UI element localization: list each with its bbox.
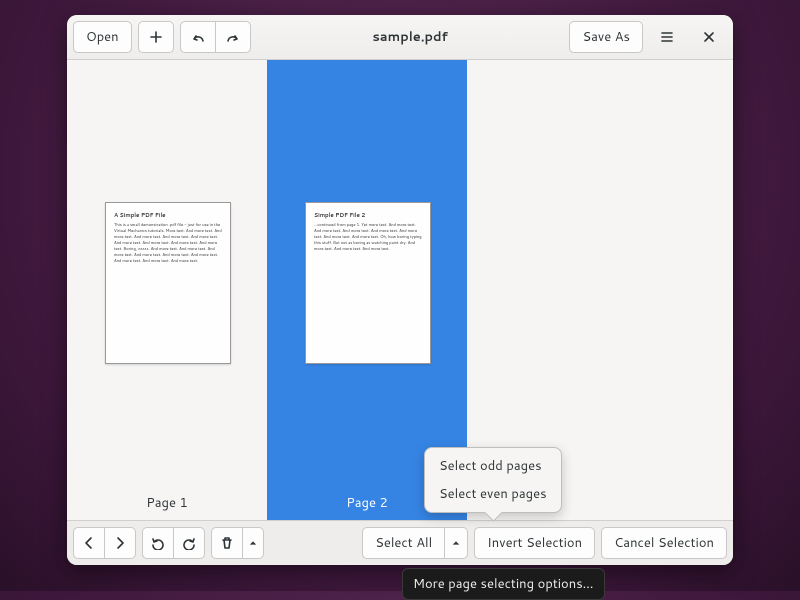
undo-button[interactable] — [180, 21, 216, 53]
page-grid[interactable]: A Simple PDF File This is a small demons… — [67, 60, 733, 520]
add-page-button[interactable] — [138, 21, 174, 53]
select-odd-pages-item[interactable]: Select odd pages — [429, 452, 557, 480]
page-slot-1[interactable]: A Simple PDF File This is a small demons… — [67, 60, 267, 520]
action-bar: Select All Invert Selection Cancel Selec… — [67, 520, 733, 565]
save-as-button[interactable]: Save As — [569, 21, 643, 53]
hamburger-menu-button[interactable] — [649, 21, 685, 53]
prev-page-button[interactable] — [73, 527, 105, 559]
page-caption: Page 1 — [67, 494, 267, 512]
rotate-left-button[interactable] — [142, 527, 174, 559]
triangle-up-icon — [249, 539, 257, 547]
redo-icon — [226, 30, 240, 44]
page-thumbnail[interactable]: Simple PDF File 2 ...continued from page… — [305, 202, 431, 364]
cancel-selection-button[interactable]: Cancel Selection — [601, 527, 727, 559]
close-icon — [702, 30, 716, 44]
rotate-right-icon — [182, 536, 196, 550]
hamburger-icon — [660, 30, 674, 44]
triangle-up-icon — [452, 539, 460, 547]
select-menu-button[interactable] — [444, 527, 468, 559]
delete-menu-button[interactable] — [242, 527, 264, 559]
rotate-left-icon — [151, 536, 165, 550]
window-title: sample.pdf — [251, 28, 570, 46]
invert-selection-button[interactable]: Invert Selection — [474, 527, 595, 559]
undo-icon — [191, 30, 205, 44]
titlebar: Open sample.pdf Save As — [67, 15, 733, 60]
select-all-button[interactable]: Select All — [362, 527, 445, 559]
page-thumbnail[interactable]: A Simple PDF File This is a small demons… — [105, 202, 231, 364]
redo-button[interactable] — [215, 21, 251, 53]
page-preview-content: Simple PDF File 2 ...continued from page… — [314, 211, 422, 253]
chevron-right-icon — [113, 536, 127, 550]
plus-icon — [149, 30, 163, 44]
rotate-right-button[interactable] — [173, 527, 205, 559]
chevron-left-icon — [82, 536, 96, 550]
page-preview-content: A Simple PDF File This is a small demons… — [114, 211, 222, 265]
close-window-button[interactable] — [691, 21, 727, 53]
select-options-popover: Select odd pages Select even pages — [424, 447, 562, 513]
pdf-arranger-window: Open sample.pdf Save As — [67, 15, 733, 565]
delete-page-button[interactable] — [211, 527, 243, 559]
select-menu-tooltip: More page selecting options… — [402, 568, 605, 600]
next-page-button[interactable] — [104, 527, 136, 559]
trash-icon — [220, 536, 234, 550]
open-button[interactable]: Open — [73, 21, 132, 53]
